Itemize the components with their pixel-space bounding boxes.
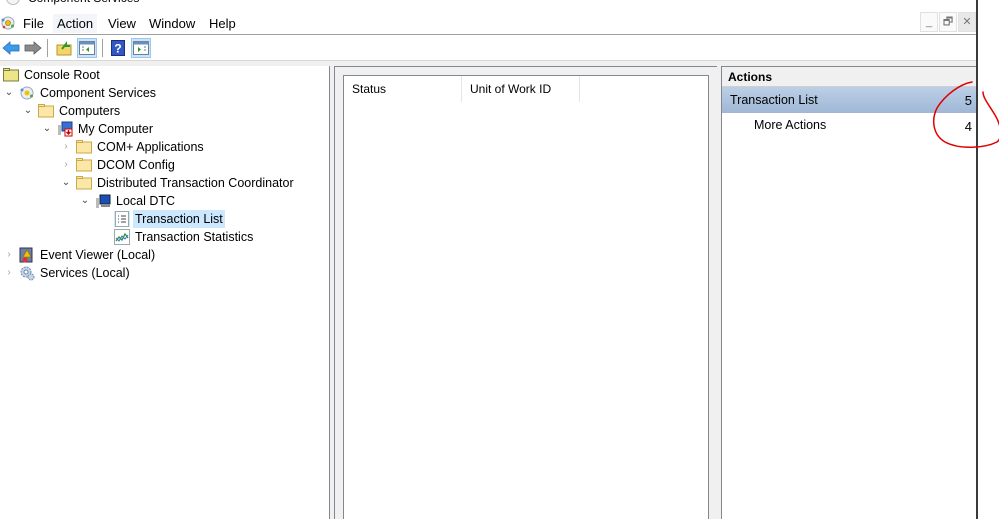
folder-icon: [76, 157, 92, 173]
tree-item-label: Component Services: [40, 86, 157, 100]
transaction-list-view[interactable]: Status Unit of Work ID: [343, 75, 709, 519]
up-folder-icon: [56, 41, 72, 56]
tree-item-component-services[interactable]: ⌄ Component Services: [3, 84, 158, 102]
tree-item-label: Computers: [59, 104, 121, 118]
console-tree: Console Root ⌄ Component Services ⌄ Comp…: [0, 66, 330, 519]
tree-item-label: Distributed Transaction Coordinator: [97, 176, 294, 190]
tree-item-services[interactable]: › Services (Local): [3, 264, 132, 282]
tree-item-dcom-config[interactable]: › DCOM Config: [60, 156, 177, 174]
chevron-right-icon[interactable]: ›: [60, 138, 72, 156]
toolbar-separator: [47, 39, 48, 57]
chevron-down-icon[interactable]: ⌄: [3, 84, 15, 102]
menu-action[interactable]: Action: [53, 14, 98, 33]
tree-item-console-root[interactable]: Console Root: [3, 66, 102, 84]
toolbar: ?: [0, 34, 976, 60]
tree-item-label: Event Viewer (Local): [40, 248, 156, 262]
tree-item-label: Console Root: [24, 68, 100, 82]
tree-item-label: COM+ Applications: [97, 140, 204, 154]
work-area: Console Root ⌄ Component Services ⌄ Comp…: [0, 60, 976, 519]
tree-item-label: DCOM Config: [97, 158, 175, 172]
mdi-restore-button[interactable]: 🗗: [939, 12, 957, 32]
tree-item-com-plus-applications[interactable]: › COM+ Applications: [60, 138, 206, 156]
title-bar: Component Services: [0, 0, 999, 7]
folder-icon: [38, 103, 54, 119]
show-hide-action-pane-button[interactable]: [131, 38, 151, 58]
tree-item-label: Local DTC: [116, 194, 176, 208]
folder-icon: [76, 139, 92, 155]
tree-item-label: My Computer: [78, 122, 154, 136]
action-group-transaction-list[interactable]: Transaction List 5: [722, 87, 976, 113]
tree-item-label: Transaction List: [133, 210, 225, 228]
chevron-down-icon[interactable]: ⌄: [22, 102, 34, 120]
actions-title: Actions: [722, 67, 976, 87]
tree-item-computers[interactable]: ⌄ Computers: [22, 102, 122, 120]
tree-item-label: Transaction Statistics: [135, 230, 254, 244]
tree-item-local-dtc[interactable]: ⌄ Local DTC: [79, 192, 177, 210]
toolbar-separator: [102, 39, 103, 57]
chevron-down-icon[interactable]: ⌄: [60, 174, 72, 192]
menu-bar: File Action View Window Help: [0, 12, 976, 34]
menu-view[interactable]: View: [104, 14, 140, 33]
mdi-close-button[interactable]: ✕: [958, 12, 976, 32]
results-pane: Status Unit of Work ID: [334, 66, 717, 519]
action-group-count: 5: [964, 93, 972, 108]
column-header-empty[interactable]: [580, 76, 710, 102]
column-header-status[interactable]: Status: [344, 76, 462, 102]
action-group-label: Transaction List: [730, 93, 818, 107]
help-button[interactable]: ?: [108, 38, 128, 58]
tree-item-event-viewer[interactable]: › Event Viewer (Local): [3, 246, 157, 264]
folder-icon: [76, 175, 92, 191]
tree-item-my-computer[interactable]: ⌄ My Computer: [41, 120, 155, 138]
local-dtc-icon: [95, 193, 111, 209]
action-item-count: 4: [964, 119, 972, 134]
menu-file[interactable]: File: [19, 14, 48, 33]
list-icon: [114, 211, 130, 227]
action-pane-icon: [133, 41, 149, 55]
mdi-minimize-button[interactable]: _: [920, 12, 938, 32]
my-computer-icon: [57, 121, 73, 137]
chevron-right-icon[interactable]: ›: [3, 264, 15, 282]
action-more-actions[interactable]: More Actions 4: [722, 113, 976, 137]
column-header-unit-of-work-id[interactable]: Unit of Work ID: [462, 76, 580, 102]
chevron-down-icon[interactable]: ⌄: [79, 192, 91, 210]
component-services-icon[interactable]: [0, 15, 16, 31]
menu-help[interactable]: Help: [205, 14, 240, 33]
help-icon: ?: [111, 40, 125, 56]
svg-text:?: ?: [114, 42, 121, 56]
menu-window[interactable]: Window: [145, 14, 199, 33]
show-hide-console-tree-button[interactable]: [77, 38, 97, 58]
up-one-level-button[interactable]: [54, 38, 74, 58]
action-item-label: More Actions: [754, 118, 827, 132]
console-tree-icon: [79, 41, 95, 55]
tree-item-transaction-list[interactable]: Transaction List: [114, 210, 225, 228]
back-button[interactable]: [1, 38, 21, 58]
actions-pane: Actions Transaction List 5 More Actions …: [721, 66, 976, 519]
back-arrow-icon: [2, 41, 20, 55]
tree-item-label: Services (Local): [40, 266, 130, 280]
forward-button[interactable]: [23, 38, 43, 58]
tree-item-transaction-statistics[interactable]: Transaction Statistics: [114, 228, 255, 246]
window-title: Component Services: [28, 0, 139, 5]
chevron-down-icon[interactable]: ⌄: [41, 120, 53, 138]
app-icon: [6, 0, 20, 5]
tree-item-distributed-transaction-coordinator[interactable]: ⌄ Distributed Transaction Coordinator: [60, 174, 296, 192]
services-icon: [19, 265, 35, 281]
chevron-right-icon[interactable]: ›: [3, 246, 15, 264]
folder-icon: [3, 67, 19, 83]
chevron-right-icon[interactable]: ›: [60, 156, 72, 174]
forward-arrow-icon: [24, 41, 42, 55]
component-services-icon: [19, 85, 35, 101]
window-edge: [976, 0, 978, 519]
event-viewer-icon: [19, 247, 35, 263]
statistics-icon: [114, 229, 130, 245]
